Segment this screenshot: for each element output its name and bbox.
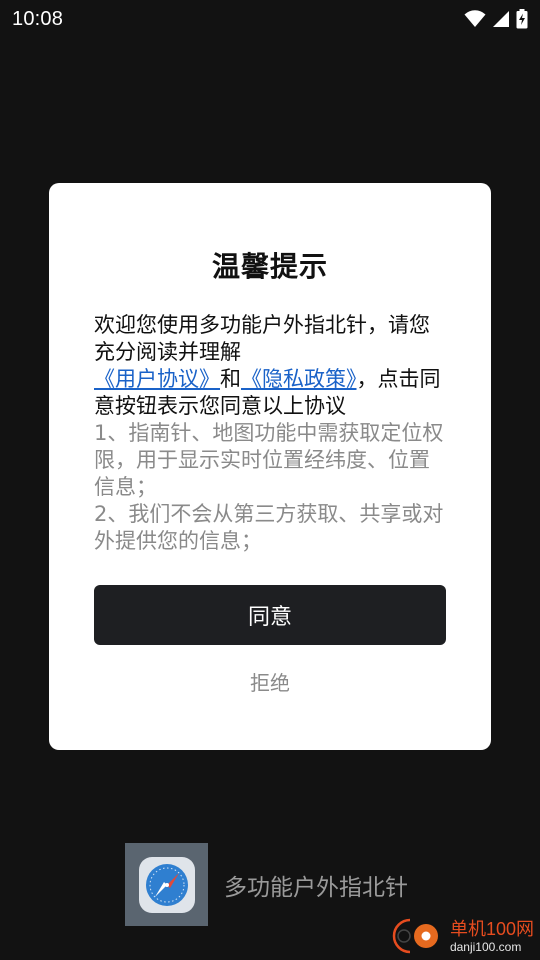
watermark-cn: 单机100网 xyxy=(449,918,534,939)
dialog-item-2: 2、我们不会从第三方获取、共享或对外提供您的信息； xyxy=(94,502,444,553)
reject-button[interactable]: 拒绝 xyxy=(49,667,491,696)
watermark-en: danji100.com xyxy=(449,939,522,954)
status-bar: 10:08 xyxy=(0,0,540,38)
status-icons xyxy=(464,9,528,29)
compass-app-icon xyxy=(125,843,208,926)
signal-icon xyxy=(493,11,509,27)
dialog-item-1: 1、指南针、地图功能中需获取定位权限，用于显示实时位置经纬度、位置信息； xyxy=(94,421,444,499)
privacy-dialog: 温馨提示 欢迎您使用多功能户外指北针，请您充分阅读并理解 《用户协议》和《隐私政… xyxy=(49,183,491,750)
splash-app-name: 多功能户外指北针 xyxy=(224,874,408,901)
wifi-icon xyxy=(464,10,486,27)
privacy-policy-link[interactable]: 《隐私政策》 xyxy=(241,367,357,391)
battery-charging-icon xyxy=(516,9,528,29)
user-agreement-link[interactable]: 《用户协议》 xyxy=(94,367,220,391)
dialog-title: 温馨提示 xyxy=(211,250,328,283)
dialog-intro-text: 欢迎您使用多功能户外指北针，请您充分阅读并理解 xyxy=(94,313,430,364)
watermark: 单机100网 danji100.com xyxy=(388,916,534,956)
agree-button[interactable]: 同意 xyxy=(94,585,446,645)
status-time: 10:08 xyxy=(12,7,64,30)
dialog-and-text: 和 xyxy=(220,367,241,391)
dialog-body: 欢迎您使用多功能户外指北针，请您充分阅读并理解 《用户协议》和《隐私政策》，点击… xyxy=(94,312,446,555)
watermark-logo-icon xyxy=(392,918,438,954)
splash-app: 多功能户外指北针 xyxy=(125,843,408,926)
